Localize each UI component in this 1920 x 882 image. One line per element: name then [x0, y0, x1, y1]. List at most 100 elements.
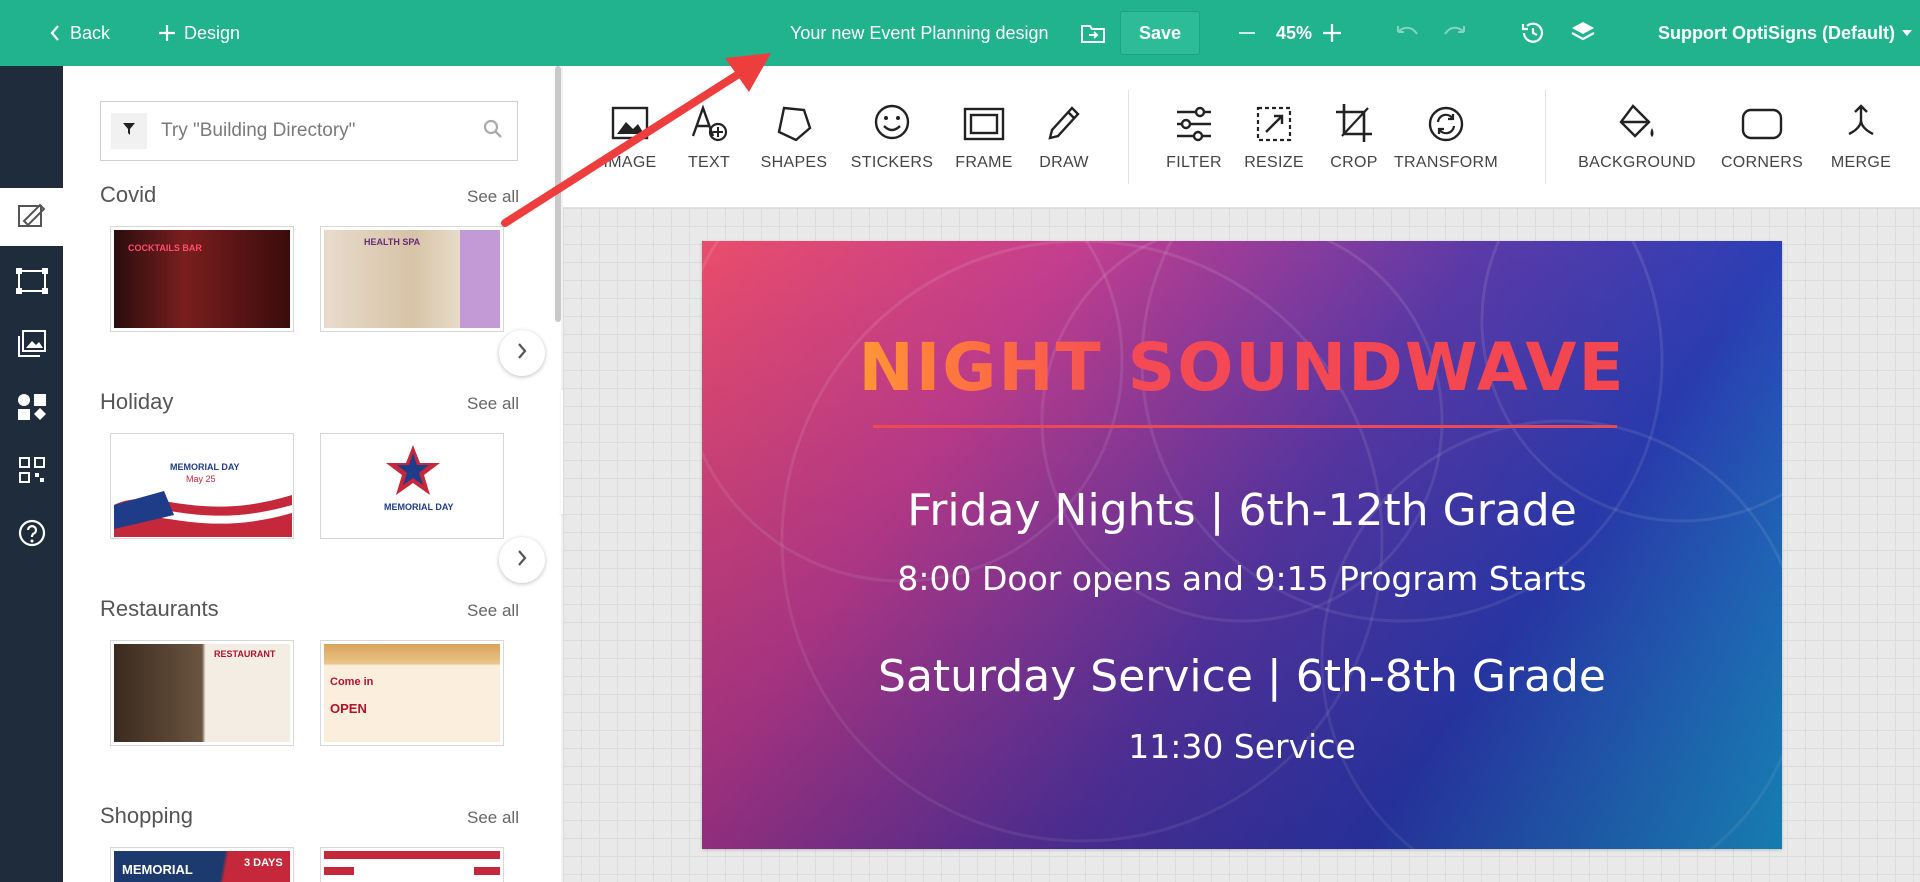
frame-icon	[962, 102, 1006, 146]
see-all-holiday[interactable]: See all	[467, 394, 519, 414]
tool-transform[interactable]: TRANSFORM	[1394, 102, 1498, 172]
panel-scrollbar[interactable]	[555, 66, 561, 322]
tool-frame[interactable]: FRAME	[939, 102, 1029, 172]
templates-icon	[16, 199, 48, 236]
artboard-line-2[interactable]: 8:00 Door opens and 9:15 Program Starts	[702, 559, 1782, 598]
tool-background[interactable]: BACKGROUND	[1572, 102, 1702, 172]
layers-button[interactable]	[1570, 0, 1596, 66]
template-thumb[interactable]	[320, 847, 504, 882]
thumb-card	[354, 865, 474, 882]
thumb-label: RESTAURANT	[214, 649, 276, 659]
tool-text[interactable]: TEXT	[664, 102, 754, 172]
resize-icon	[1254, 102, 1294, 146]
artboard-line-4[interactable]: 11:30 Service	[702, 727, 1782, 766]
template-thumb[interactable]: Come in OPEN	[320, 640, 504, 746]
save-button[interactable]: Save	[1120, 11, 1200, 55]
thumb-accent	[460, 230, 500, 328]
zoom-in-button[interactable]	[1322, 0, 1342, 66]
artboard-title[interactable]: NIGHT SOUNDWAVE	[702, 329, 1782, 406]
toolbar-divider	[1128, 90, 1129, 184]
account-menu[interactable]: Support OptiSigns (Default)	[1658, 0, 1913, 66]
artboard-divider[interactable]	[873, 425, 1617, 428]
text-icon	[689, 102, 729, 146]
covid-next-button[interactable]	[499, 330, 545, 376]
tool-draw[interactable]: DRAW	[1019, 102, 1109, 172]
redo-button[interactable]	[1442, 0, 1470, 66]
back-label: Back	[70, 22, 111, 43]
history-button[interactable]	[1520, 0, 1546, 66]
thumb-label: HEALTH SPA	[364, 237, 421, 247]
see-all-covid[interactable]: See all	[467, 187, 519, 207]
elements-icon	[15, 266, 49, 301]
see-all-shopping[interactable]: See all	[467, 808, 519, 828]
image-gallery-icon	[17, 329, 47, 364]
folder-icon	[1080, 22, 1106, 44]
tool-stickers[interactable]: STICKERS	[847, 102, 937, 172]
transform-icon	[1426, 102, 1466, 146]
tool-label: FILTER	[1166, 154, 1222, 171]
tool-crop[interactable]: CROP	[1309, 102, 1399, 172]
tool-label: IMAGE	[603, 154, 657, 171]
chevron-left-icon	[50, 25, 60, 41]
plus-icon	[158, 24, 176, 42]
design-title[interactable]: Your new Event Planning design	[790, 0, 1049, 66]
thumb-label: MEMORIAL DAY	[170, 462, 240, 472]
category-title-restaurants: Restaurants	[100, 596, 219, 621]
rail-templates[interactable]	[0, 188, 63, 246]
tool-filter[interactable]: FILTER	[1149, 102, 1239, 172]
design-label: Design	[184, 22, 241, 43]
help-icon	[17, 518, 47, 553]
crop-icon	[1334, 102, 1374, 146]
thumb-label: Come in	[330, 676, 374, 688]
tool-shapes[interactable]: SHAPES	[749, 102, 839, 172]
account-name: Support OptiSigns (Default)	[1658, 22, 1895, 43]
filter-button[interactable]	[111, 113, 147, 149]
tool-image[interactable]: IMAGE	[585, 102, 675, 172]
rail-elements[interactable]	[0, 254, 63, 312]
tool-label: MERGE	[1830, 154, 1892, 171]
template-thumb[interactable]: HEALTH SPA	[320, 226, 504, 332]
artboard-line-1[interactable]: Friday Nights | 6th-12th Grade	[702, 485, 1782, 536]
see-all-restaurants[interactable]: See all	[467, 601, 519, 621]
plus-icon	[1322, 23, 1342, 43]
editor-toolbar: IMAGE TEXT SHAPES STICKERS FRAME DRAW FI…	[563, 66, 1920, 208]
tool-merge[interactable]: MERGE	[1816, 102, 1906, 172]
filter-icon	[122, 122, 136, 141]
qr-code-icon	[18, 456, 46, 489]
template-thumb[interactable]: MEMORIAL DAY May 25	[110, 433, 294, 539]
thumb-label: OPEN	[330, 701, 367, 716]
zoom-out-button[interactable]	[1238, 0, 1256, 66]
back-button[interactable]: Back	[50, 0, 110, 66]
search-icon	[483, 119, 503, 144]
merge-icon	[1841, 102, 1881, 146]
tool-label: SHAPES	[760, 154, 828, 171]
zoom-level: 45%	[1276, 22, 1313, 43]
template-thumb[interactable]: COCKTAILS BAR	[110, 226, 294, 332]
holiday-next-button[interactable]	[499, 537, 545, 583]
tool-resize[interactable]: RESIZE	[1229, 102, 1319, 172]
star-flag-icon	[386, 445, 440, 495]
minus-icon	[1238, 24, 1256, 42]
undo-button[interactable]	[1392, 0, 1420, 66]
tool-label: BACKGROUND	[1578, 154, 1696, 171]
artboard-line-3[interactable]: Saturday Service | 6th-8th Grade	[702, 651, 1782, 702]
thumb-date: May 25	[186, 474, 216, 484]
toolbar-divider	[1545, 90, 1546, 184]
rail-media[interactable]	[0, 317, 63, 375]
layers-icon	[1570, 20, 1596, 46]
search-input[interactable]: Try "Building Directory"	[161, 120, 483, 142]
rail-help[interactable]	[0, 506, 63, 564]
template-search[interactable]: Try "Building Directory"	[100, 101, 518, 161]
rail-qr[interactable]	[0, 443, 63, 501]
artboard[interactable]: NIGHT SOUNDWAVE Friday Nights | 6th-12th…	[702, 241, 1782, 849]
template-thumb[interactable]: RESTAURANT	[110, 640, 294, 746]
tool-corners[interactable]: CORNERS	[1712, 102, 1812, 172]
new-design-button[interactable]: Design	[158, 0, 240, 66]
template-thumb[interactable]: MEMORIAL DAY	[320, 433, 504, 539]
flag-wave-icon	[114, 491, 292, 537]
tool-label: CORNERS	[1720, 154, 1804, 171]
template-thumb[interactable]: MEMORIAL 3 DAYS	[110, 847, 294, 882]
move-to-folder-button[interactable]	[1080, 0, 1106, 66]
thumb-label: COCKTAILS BAR	[128, 243, 202, 253]
rail-apps[interactable]	[0, 380, 63, 438]
